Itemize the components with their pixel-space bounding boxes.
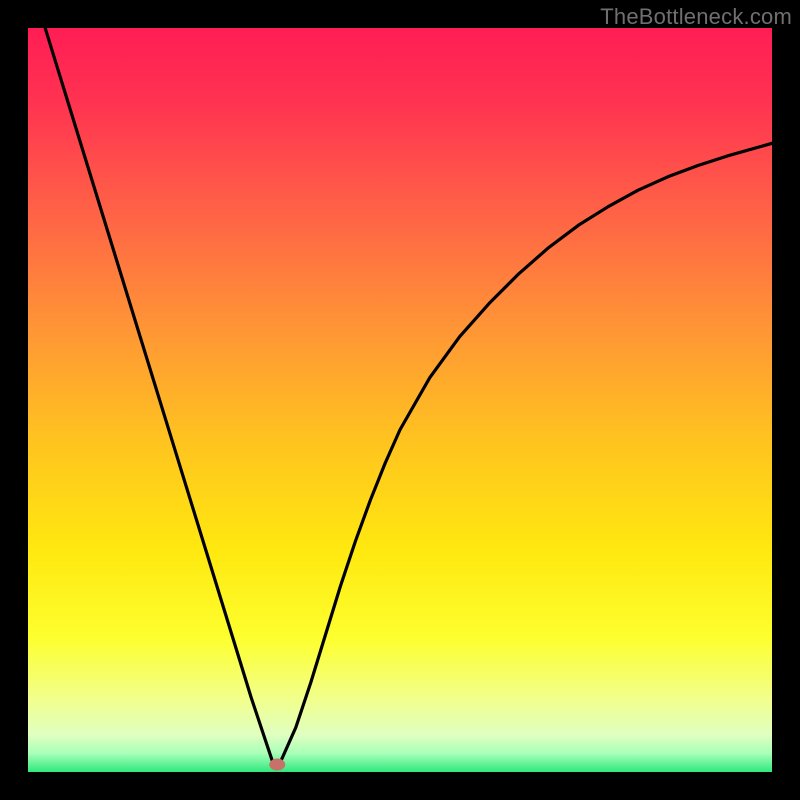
optimal-point-marker bbox=[269, 759, 285, 771]
bottleneck-chart bbox=[28, 28, 772, 772]
chart-frame: TheBottleneck.com bbox=[0, 0, 800, 800]
chart-plot-area bbox=[28, 28, 772, 772]
watermark-text: TheBottleneck.com bbox=[600, 4, 792, 30]
gradient-background bbox=[28, 28, 772, 772]
